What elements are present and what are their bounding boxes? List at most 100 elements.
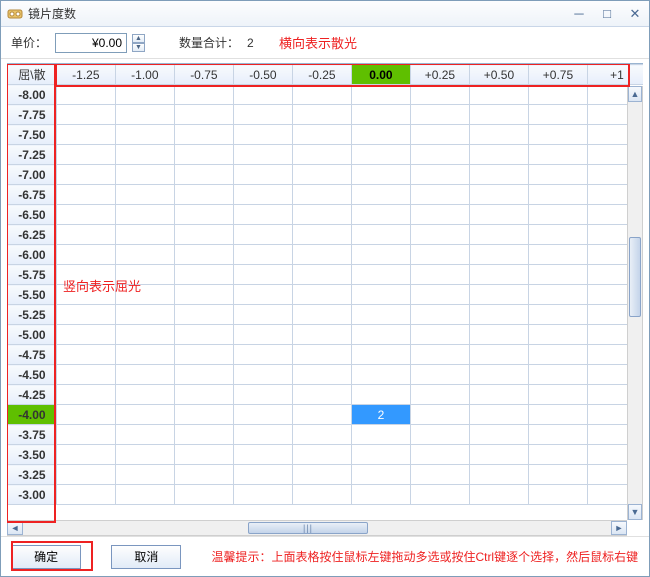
grid-cell[interactable]	[410, 425, 469, 445]
grid-cell[interactable]	[351, 225, 410, 245]
grid-cell[interactable]: 2	[351, 405, 410, 425]
grid-cell[interactable]	[469, 185, 528, 205]
grid-cell[interactable]	[115, 305, 174, 325]
grid-cell[interactable]	[174, 405, 233, 425]
grid-cell[interactable]	[174, 145, 233, 165]
grid-cell[interactable]	[528, 485, 587, 505]
grid-cell[interactable]	[528, 165, 587, 185]
row-header[interactable]: -4.75	[8, 345, 57, 365]
horizontal-scroll-thumb[interactable]: |||	[248, 522, 368, 534]
grid-cell[interactable]	[351, 125, 410, 145]
row-header[interactable]: -5.25	[8, 305, 57, 325]
row-header[interactable]: -4.50	[8, 365, 57, 385]
grid-cell[interactable]	[528, 185, 587, 205]
row-header[interactable]: -3.00	[8, 485, 57, 505]
grid-cell[interactable]	[410, 385, 469, 405]
grid-cell[interactable]	[410, 485, 469, 505]
grid-cell[interactable]	[174, 365, 233, 385]
grid-cell[interactable]	[528, 345, 587, 365]
grid-cell[interactable]	[56, 465, 115, 485]
grid-cell[interactable]	[528, 425, 587, 445]
grid-cell[interactable]	[115, 425, 174, 445]
grid-cell[interactable]	[56, 165, 115, 185]
grid-cell[interactable]	[351, 85, 410, 105]
grid-cell[interactable]	[174, 285, 233, 305]
grid-cell[interactable]	[233, 465, 292, 485]
grid-cell[interactable]	[292, 465, 351, 485]
grid-cell[interactable]	[410, 285, 469, 305]
grid-cell[interactable]	[469, 105, 528, 125]
grid-cell[interactable]	[233, 305, 292, 325]
row-header[interactable]: -7.75	[8, 105, 57, 125]
row-header[interactable]: -6.25	[8, 225, 57, 245]
grid-cell[interactable]	[410, 465, 469, 485]
grid-cell[interactable]	[292, 385, 351, 405]
grid-cell[interactable]	[233, 325, 292, 345]
grid-cell[interactable]	[410, 225, 469, 245]
grid-cell[interactable]	[115, 285, 174, 305]
grid-cell[interactable]	[115, 445, 174, 465]
grid-cell[interactable]	[233, 485, 292, 505]
grid-cell[interactable]	[410, 345, 469, 365]
grid-cell[interactable]	[469, 405, 528, 425]
grid-cell[interactable]	[56, 405, 115, 425]
grid-cell[interactable]	[292, 185, 351, 205]
col-header[interactable]: -1.00	[115, 65, 174, 85]
grid-cell[interactable]	[410, 105, 469, 125]
grid-cell[interactable]	[233, 125, 292, 145]
grid-cell[interactable]	[351, 265, 410, 285]
grid-cell[interactable]	[351, 485, 410, 505]
grid-cell[interactable]	[174, 385, 233, 405]
grid-cell[interactable]	[233, 285, 292, 305]
lens-grid[interactable]: 屈\散-1.25-1.00-0.75-0.50-0.250.00+0.25+0.…	[7, 64, 643, 505]
horizontal-scrollbar[interactable]: ◄ ||| ►	[7, 520, 627, 536]
grid-cell[interactable]	[528, 205, 587, 225]
col-header[interactable]: -1.25	[56, 65, 115, 85]
grid-cell[interactable]	[233, 245, 292, 265]
grid-cell[interactable]	[56, 265, 115, 285]
grid-cell[interactable]	[233, 385, 292, 405]
grid-cell[interactable]	[469, 205, 528, 225]
grid-cell[interactable]	[174, 185, 233, 205]
grid-cell[interactable]	[56, 145, 115, 165]
grid-cell[interactable]	[351, 345, 410, 365]
grid-cell[interactable]	[233, 365, 292, 385]
col-header[interactable]: -0.25	[292, 65, 351, 85]
grid-cell[interactable]	[292, 405, 351, 425]
grid-cell[interactable]	[115, 85, 174, 105]
grid-cell[interactable]	[410, 145, 469, 165]
grid-cell[interactable]	[292, 425, 351, 445]
grid-cell[interactable]	[469, 125, 528, 145]
grid-cell[interactable]	[115, 105, 174, 125]
grid-cell[interactable]	[292, 245, 351, 265]
grid-cell[interactable]	[233, 405, 292, 425]
grid-cell[interactable]	[292, 125, 351, 145]
grid-cell[interactable]	[292, 485, 351, 505]
grid-cell[interactable]	[351, 245, 410, 265]
grid-cell[interactable]	[174, 325, 233, 345]
grid-cell[interactable]	[115, 185, 174, 205]
grid-cell[interactable]	[115, 405, 174, 425]
grid-cell[interactable]	[528, 365, 587, 385]
scroll-right-button[interactable]: ►	[611, 521, 627, 535]
grid-cell[interactable]	[410, 305, 469, 325]
grid-cell[interactable]	[56, 285, 115, 305]
grid-cell[interactable]	[292, 105, 351, 125]
grid-cell[interactable]	[351, 185, 410, 205]
grid-cell[interactable]	[174, 105, 233, 125]
row-header[interactable]: -7.25	[8, 145, 57, 165]
grid-cell[interactable]	[174, 305, 233, 325]
grid-cell[interactable]	[56, 225, 115, 245]
grid-cell[interactable]	[410, 365, 469, 385]
grid-cell[interactable]	[351, 145, 410, 165]
grid-cell[interactable]	[292, 265, 351, 285]
grid-cell[interactable]	[292, 165, 351, 185]
grid-cell[interactable]	[410, 445, 469, 465]
grid-cell[interactable]	[410, 245, 469, 265]
grid-cell[interactable]	[174, 125, 233, 145]
cancel-button[interactable]: 取消	[111, 545, 181, 569]
col-header[interactable]: +0.25	[410, 65, 469, 85]
spinner-up[interactable]: ▲	[132, 34, 145, 43]
grid-cell[interactable]	[528, 105, 587, 125]
grid-cell[interactable]	[528, 465, 587, 485]
